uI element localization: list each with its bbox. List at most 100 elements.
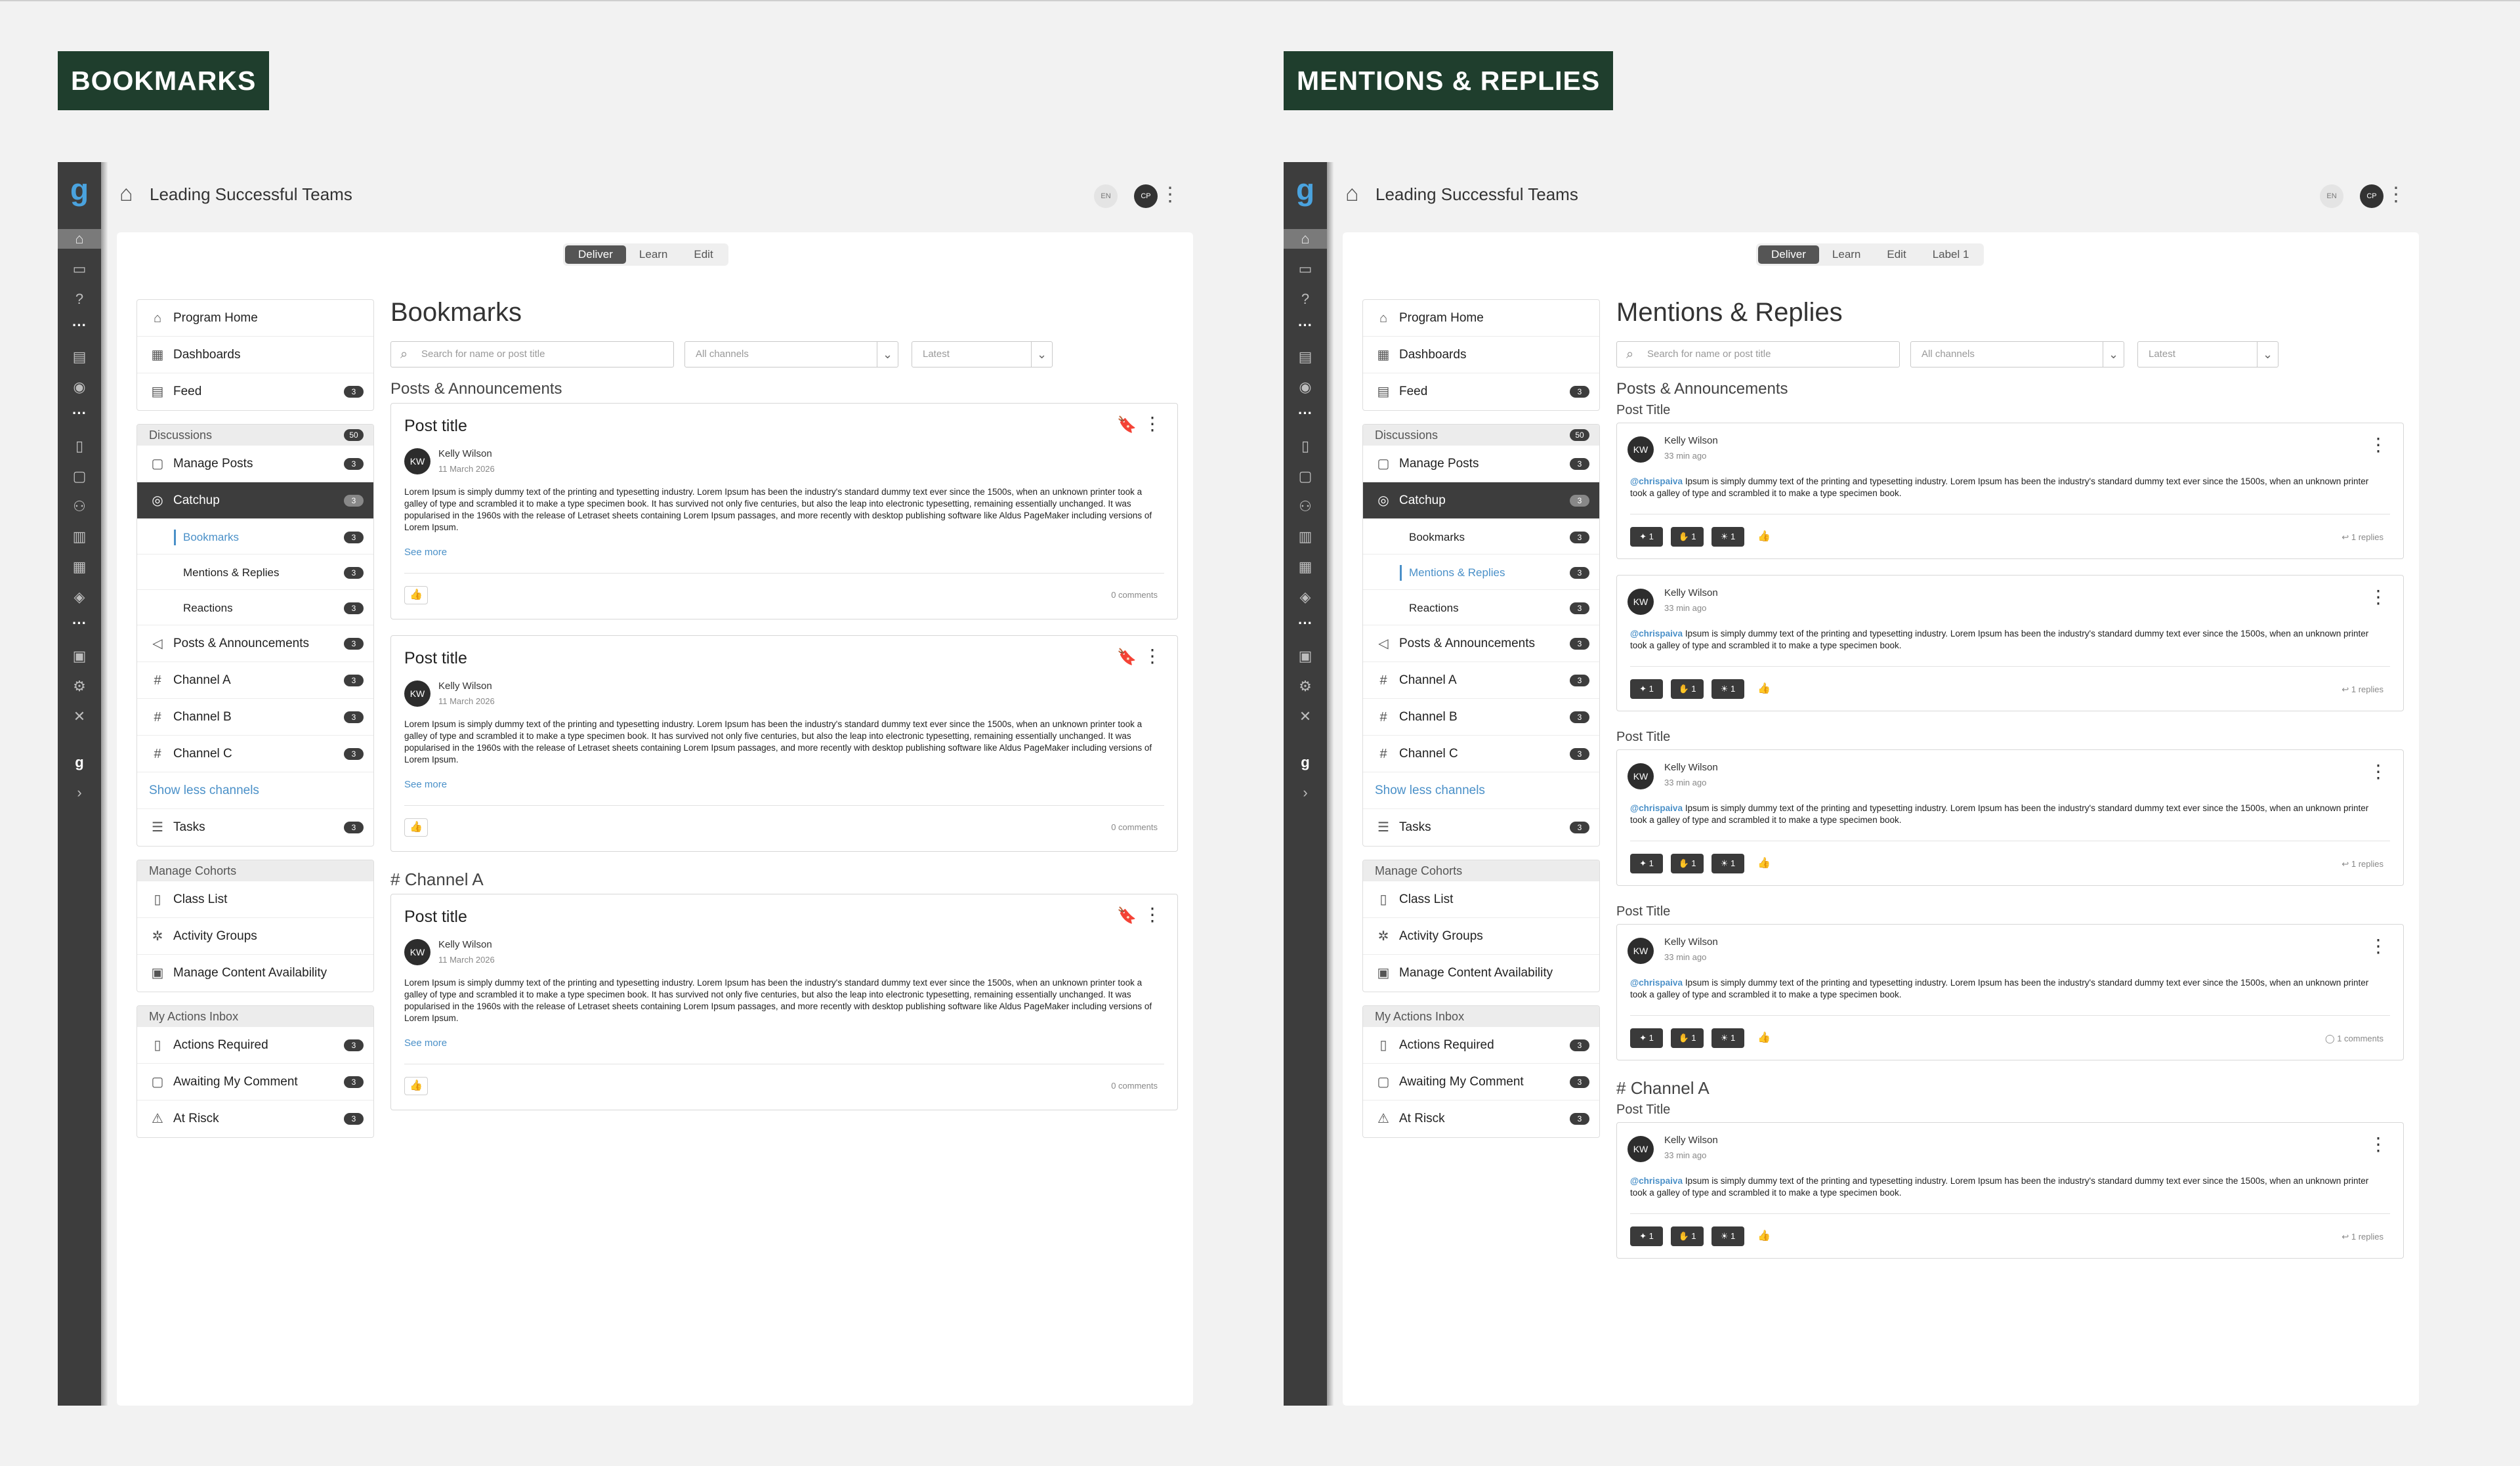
rail-card-icon[interactable]: ▤ — [70, 347, 89, 367]
clap-reaction[interactable]: ✋ 1 — [1671, 527, 1704, 547]
breadcrumb[interactable]: Leading Successful Teams — [150, 184, 352, 205]
more-vertical-icon[interactable]: ⋮ — [2386, 183, 2406, 207]
see-more-link[interactable]: See more — [404, 547, 447, 558]
sidebar-item-manage-posts[interactable]: ▢ Manage Posts 3 — [137, 446, 373, 482]
sidebar-item-content-availability[interactable]: ▣ Manage Content Availability — [137, 955, 373, 992]
rail-g-icon[interactable]: g — [70, 753, 89, 772]
more-vertical-icon[interactable]: ⋮ — [1160, 183, 1180, 207]
sidebar-item-bookmarks[interactable]: Bookmarks 3 — [137, 519, 373, 555]
rail-expand-icon[interactable]: › — [1295, 783, 1315, 803]
sidebar-item-class-list[interactable]: ▯ Class List — [137, 881, 373, 918]
sidebar-item-catchup[interactable]: ◎ Catchup 3 — [137, 482, 373, 519]
rail-inbox-icon[interactable]: ▣ — [1295, 646, 1315, 666]
post-title[interactable]: Post title — [404, 908, 467, 927]
rail-expand-icon[interactable]: › — [70, 783, 89, 803]
sidebar-item-awaiting-comment[interactable]: ▢ Awaiting My Comment 3 — [1363, 1064, 1599, 1100]
rail-home-icon[interactable]: ⌂ — [58, 229, 101, 249]
thumbs-up-icon[interactable]: 👍 — [404, 1077, 428, 1095]
rail-document-icon[interactable]: ▦ — [70, 557, 89, 577]
thumbs-up-icon[interactable]: 👍 — [1752, 528, 1776, 547]
sidebar-item-catchup[interactable]: ◎ Catchup 3 — [1363, 482, 1599, 519]
sidebar-item-tasks[interactable]: ☰ Tasks 3 — [1363, 809, 1599, 846]
post-title[interactable]: Post title — [404, 417, 467, 436]
comments-count[interactable]: 0 comments — [1111, 1081, 1158, 1091]
tab-deliver[interactable]: Deliver — [1758, 245, 1819, 264]
comments-count[interactable]: ◯ 1 comments — [2325, 1034, 2384, 1044]
home-icon[interactable]: ⌂ — [1345, 180, 1372, 207]
rail-chat-icon[interactable]: ▢ — [70, 467, 89, 486]
thumbs-up-icon[interactable]: 👍 — [1752, 1030, 1776, 1048]
rail-building-icon[interactable]: ▥ — [70, 527, 89, 547]
sidebar-item-channel-c[interactable]: # Channel C3 — [137, 736, 373, 772]
more-vertical-icon[interactable]: ⋮ — [2369, 586, 2387, 608]
more-vertical-icon[interactable]: ⋮ — [1143, 645, 1162, 667]
more-vertical-icon[interactable]: ⋮ — [2369, 761, 2387, 783]
rail-document-icon[interactable]: ▦ — [1295, 557, 1315, 577]
tab-learn[interactable]: Learn — [626, 245, 681, 264]
rail-chat-icon[interactable]: ▢ — [1295, 467, 1315, 486]
breadcrumb[interactable]: Leading Successful Teams — [1376, 184, 1578, 205]
show-less-channels-link[interactable]: Show less channels — [137, 772, 373, 809]
idea-reaction[interactable]: ☀ 1 — [1712, 854, 1744, 873]
rail-gear-icon[interactable]: ⚙ — [1295, 677, 1315, 696]
sidebar-item-activity-groups[interactable]: ✲ Activity Groups — [1363, 918, 1599, 955]
thumbs-up-icon[interactable]: 👍 — [1752, 681, 1776, 699]
rail-people-icon[interactable]: ⚇ — [70, 497, 89, 516]
rail-shield-icon[interactable]: ◈ — [70, 587, 89, 607]
sidebar-item-activity-groups[interactable]: ✲ Activity Groups — [137, 918, 373, 955]
mention-handle[interactable]: @chrispaiva — [1630, 978, 1683, 988]
g-logo-icon[interactable]: g — [1293, 175, 1318, 207]
sidebar-item-mentions-replies[interactable]: Mentions & Replies 3 — [1363, 555, 1599, 590]
replies-count[interactable]: ↩ 1 replies — [2342, 532, 2384, 543]
clap-reaction[interactable]: ✋ 1 — [1671, 854, 1704, 873]
search-input[interactable]: ⌕ Search for name or post title — [390, 341, 674, 367]
celebrate-reaction[interactable]: ✦ 1 — [1630, 1226, 1663, 1246]
clap-reaction[interactable]: ✋ 1 — [1671, 1226, 1704, 1246]
search-input[interactable]: ⌕ Search for name or post title — [1616, 341, 1900, 367]
avatar[interactable]: CP — [2360, 184, 2384, 208]
replies-count[interactable]: ↩ 1 replies — [2342, 859, 2384, 869]
sidebar-item-channel-b[interactable]: # Channel B3 — [137, 699, 373, 736]
sidebar-item-reactions[interactable]: Reactions 3 — [1363, 590, 1599, 625]
clap-reaction[interactable]: ✋ 1 — [1671, 1028, 1704, 1048]
tab-edit[interactable]: Edit — [1874, 245, 1919, 264]
replies-count[interactable]: ↩ 1 replies — [2342, 684, 2384, 695]
idea-reaction[interactable]: ☀ 1 — [1712, 679, 1744, 699]
sidebar-item-dashboards[interactable]: ▦ Dashboards — [137, 337, 373, 373]
mention-handle[interactable]: @chrispaiva — [1630, 476, 1683, 486]
rail-more-icon[interactable]: ··· — [58, 318, 101, 337]
rail-more-icon-3[interactable]: ··· — [1284, 616, 1327, 635]
group-header-discussions[interactable]: Discussions 50 — [137, 425, 373, 446]
rail-gear-icon[interactable]: ⚙ — [70, 677, 89, 696]
rail-inbox-icon[interactable]: ▣ — [70, 646, 89, 666]
post-title[interactable]: Post title — [404, 649, 467, 668]
sidebar-item-posts-announcements[interactable]: ◁ Posts & Announcements 3 — [137, 625, 373, 662]
group-header-cohorts[interactable]: Manage Cohorts — [137, 860, 373, 881]
group-header-cohorts[interactable]: Manage Cohorts — [1363, 860, 1599, 881]
sidebar-item-program-home[interactable]: ⌂ Program Home — [1363, 300, 1599, 337]
sidebar-item-posts-announcements[interactable]: ◁ Posts & Announcements 3 — [1363, 625, 1599, 662]
sidebar-item-awaiting-comment[interactable]: ▢ Awaiting My Comment 3 — [137, 1064, 373, 1100]
group-header-inbox[interactable]: My Actions Inbox — [137, 1006, 373, 1027]
idea-reaction[interactable]: ☀ 1 — [1712, 1226, 1744, 1246]
sidebar-item-feed[interactable]: ▤ Feed 3 — [137, 373, 373, 410]
sort-select[interactable]: Latest ⌄ — [912, 341, 1053, 367]
rail-user-icon[interactable]: ◉ — [1295, 377, 1315, 397]
tab-deliver[interactable]: Deliver — [565, 245, 626, 264]
thumbs-up-icon[interactable]: 👍 — [404, 818, 428, 837]
replies-count[interactable]: ↩ 1 replies — [2342, 1232, 2384, 1242]
sidebar-item-content-availability[interactable]: ▣ Manage Content Availability — [1363, 955, 1599, 992]
sidebar-item-actions-required[interactable]: ▯ Actions Required 3 — [1363, 1027, 1599, 1064]
sidebar-item-actions-required[interactable]: ▯ Actions Required 3 — [137, 1027, 373, 1064]
rail-more-icon-2[interactable]: ··· — [58, 406, 101, 425]
thumbs-up-icon[interactable]: 👍 — [404, 586, 428, 604]
rail-home-icon[interactable]: ⌂ — [1284, 229, 1327, 249]
sidebar-item-channel-a[interactable]: # Channel A3 — [1363, 662, 1599, 699]
sidebar-item-tasks[interactable]: ☰ Tasks 3 — [137, 809, 373, 846]
thumbs-up-icon[interactable]: 👍 — [1752, 855, 1776, 873]
rail-user-icon[interactable]: ◉ — [70, 377, 89, 397]
rail-more-icon-3[interactable]: ··· — [58, 616, 101, 635]
clap-reaction[interactable]: ✋ 1 — [1671, 679, 1704, 699]
group-header-discussions[interactable]: Discussions 50 — [1363, 425, 1599, 446]
rail-clipboard-icon[interactable]: ▯ — [1295, 436, 1315, 456]
